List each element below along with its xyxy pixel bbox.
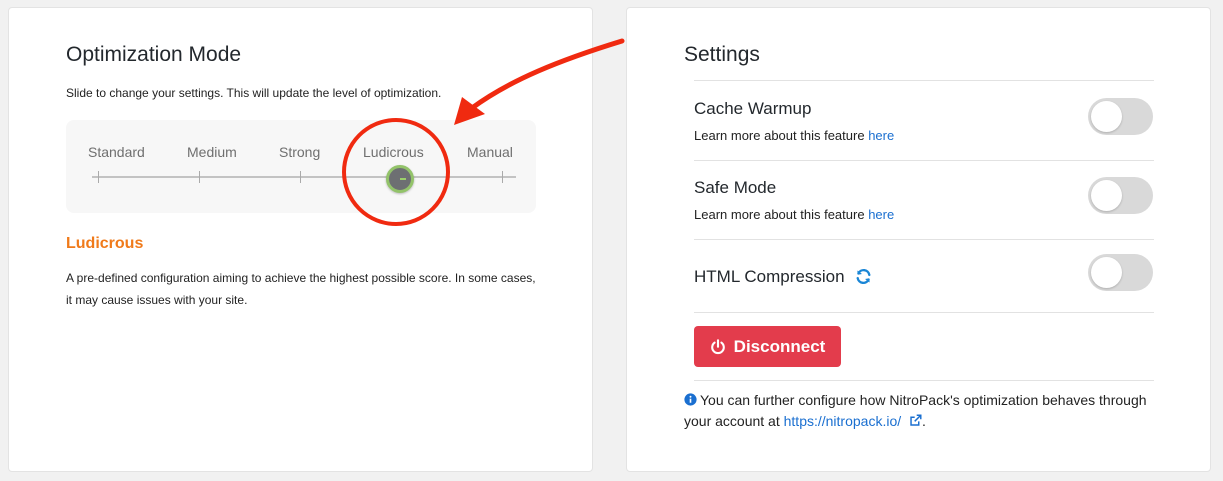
divider: [694, 312, 1154, 313]
level-ludicrous[interactable]: Ludicrous: [363, 144, 424, 160]
learn-more-text: Learn more about this feature: [694, 207, 865, 222]
divider: [694, 80, 1154, 81]
level-standard[interactable]: Standard: [88, 144, 145, 160]
power-icon: [710, 338, 725, 354]
slider-tick: [98, 171, 99, 183]
optimization-slider[interactable]: Standard Medium Strong Ludicrous Manual: [66, 120, 536, 213]
slider-tick: [300, 171, 301, 183]
safe-mode-learn-more: Learn more about this feature here: [694, 207, 894, 222]
slider-handle[interactable]: [386, 165, 414, 193]
external-link-icon: [910, 414, 922, 426]
divider: [694, 160, 1154, 161]
nitropack-link[interactable]: https://nitropack.io/: [784, 413, 922, 429]
level-manual[interactable]: Manual: [467, 144, 513, 160]
html-compression-text: HTML Compression: [694, 267, 845, 286]
selected-mode-description: A pre-defined configuration aiming to ac…: [66, 271, 536, 307]
nitropack-link-text: https://nitropack.io/: [783, 413, 902, 429]
optimization-mode-panel: Optimization Mode Slide to change your s…: [8, 7, 593, 472]
slider-tick: [502, 171, 503, 183]
disconnect-button[interactable]: Disconnect: [694, 326, 841, 367]
learn-more-text: Learn more about this feature: [694, 128, 865, 143]
safe-mode-toggle[interactable]: [1088, 177, 1153, 214]
level-strong[interactable]: Strong: [279, 144, 320, 160]
info-icon: [684, 393, 697, 406]
cache-warmup-learn-more: Learn more about this feature here: [694, 128, 894, 143]
info-text-end: .: [922, 413, 926, 429]
selected-mode-title: Ludicrous: [66, 235, 144, 252]
settings-title: Settings: [684, 43, 760, 66]
html-compression-toggle[interactable]: [1088, 254, 1153, 291]
cache-warmup-label: Cache Warmup: [694, 99, 812, 118]
slider-track[interactable]: [92, 176, 516, 178]
sync-icon[interactable]: [855, 268, 872, 285]
html-compression-label: HTML Compression: [694, 267, 872, 287]
safe-mode-label: Safe Mode: [694, 178, 777, 197]
optimization-mode-description: Slide to change your settings. This will…: [66, 86, 442, 100]
info-note: You can further configure how NitroPack'…: [684, 390, 1174, 432]
cache-warmup-toggle[interactable]: [1088, 98, 1153, 135]
divider: [694, 380, 1154, 381]
level-medium[interactable]: Medium: [187, 144, 237, 160]
disconnect-label: Disconnect: [733, 336, 826, 356]
optimization-mode-title: Optimization Mode: [66, 43, 242, 66]
cache-warmup-here-link[interactable]: here: [868, 128, 894, 143]
safe-mode-here-link[interactable]: here: [868, 207, 894, 222]
settings-panel: Settings Cache Warmup Learn more about t…: [626, 7, 1211, 472]
divider: [694, 239, 1154, 240]
slider-tick: [199, 171, 200, 183]
